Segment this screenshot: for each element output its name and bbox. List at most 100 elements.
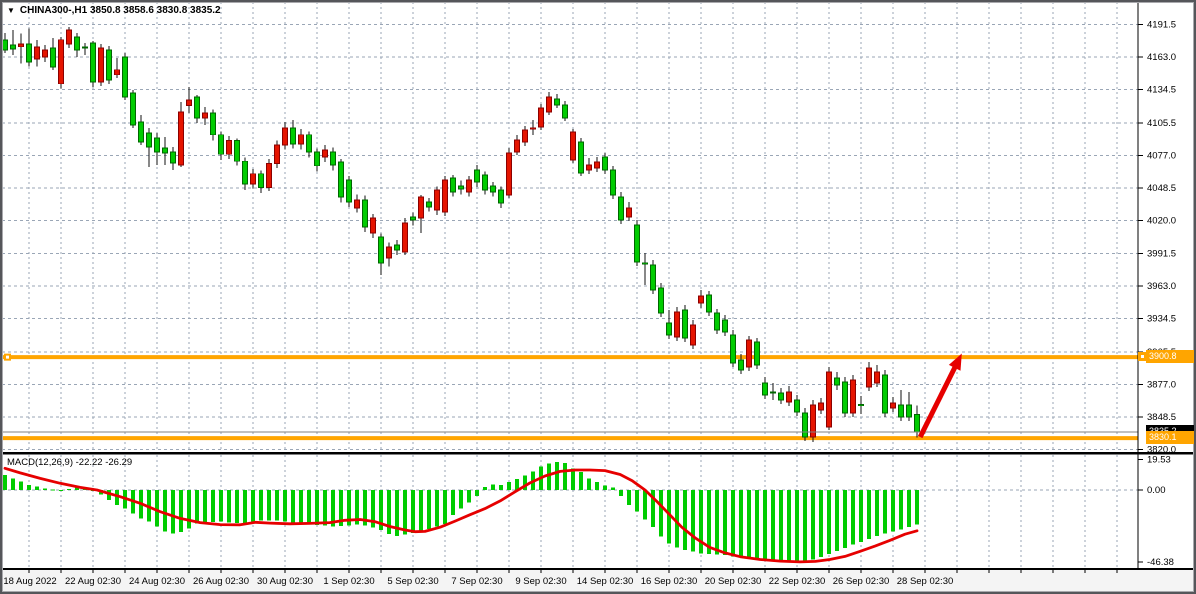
macd-histogram-bar [19,482,23,490]
date-axis-label: 1 Sep 02:30 [323,576,374,587]
candle-bearish [347,180,352,202]
price-axis-label: 3877.0 [1147,379,1176,390]
candle-bearish [155,138,160,152]
macd-histogram-bar [675,490,679,547]
resistance-line-anchor[interactable] [1138,352,1147,361]
candle-bearish [579,142,584,173]
candle-bearish [131,93,136,125]
candle-bearish [11,45,16,49]
candle-bearish [411,217,416,220]
macd-histogram-bar [835,490,839,551]
candle-bearish [683,310,688,338]
candle-bullish [531,128,536,129]
candle-bearish [723,320,728,332]
macd-histogram-bar [171,490,175,533]
date-axis-label: 7 Sep 02:30 [451,576,502,587]
price-axis-label: 3934.5 [1147,314,1176,325]
macd-histogram-bar [11,478,15,490]
candle-bearish [235,141,240,162]
candle-bullish [227,141,232,155]
macd-histogram-bar [499,485,503,490]
candle-bullish [827,372,832,427]
candle-bearish [291,128,296,144]
date-axis-label: 30 Aug 02:30 [257,576,313,587]
candle-bullish [67,30,72,44]
date-axis-label: 26 Sep 02:30 [833,576,890,587]
candle-bearish [907,405,912,417]
candle-bullish [595,162,600,168]
candle-bearish [147,133,152,147]
macd-histogram-bar [163,490,167,532]
macd-histogram-bar [187,490,191,528]
candle-bearish [835,378,840,385]
macd-indicator-label: MACD(12,26,9) -22.22 -26.29 [7,457,132,468]
candle-bearish [739,360,744,370]
candle-bearish [603,157,608,170]
chart-title: ▼ CHINA300-,H1 3850.8 3858.6 3830.8 3835.… [7,5,221,16]
macd-histogram-bar [459,490,463,509]
macd-histogram-bar [739,490,743,557]
candle-bullish [203,113,208,118]
macd-histogram-bar [635,490,639,512]
candle-bearish [91,43,96,82]
candle-bullish [387,247,392,258]
candle-bullish [523,130,528,142]
price-axis-label: 4077.0 [1147,150,1176,161]
candle-bearish [883,375,888,413]
candle-bullish [787,392,792,402]
candle-bearish [771,392,776,393]
price-axis-label: 4020.0 [1147,216,1176,227]
macd-histogram-bar [731,490,735,556]
macd-histogram-bar [27,485,31,490]
candle-bullish [547,97,552,112]
candle-bullish [443,180,448,212]
date-axis-label: 22 Aug 02:30 [65,576,121,587]
chart-title-text: CHINA300-,H1 3850.8 3858.6 3830.8 3835.2 [20,5,221,16]
candle-bearish [83,47,88,48]
candle-bearish [635,225,640,262]
candle-bullish [627,208,632,217]
macd-histogram-bar [35,487,39,490]
macd-histogram-bar [619,490,623,496]
price-axis-label: 3991.5 [1147,248,1176,259]
macd-histogram-bar [267,490,271,520]
macd-histogram-bar [819,490,823,557]
macd-histogram-bar [755,490,759,559]
price-axis-label: 4105.5 [1147,118,1176,129]
candle-bearish [499,190,504,203]
macd-histogram-bar [299,490,303,523]
candle-bullish [515,140,520,152]
date-axis-label: 28 Sep 02:30 [897,576,954,587]
candle-bearish [331,152,336,165]
macd-histogram-bar [691,490,695,551]
price-axis-label: 3963.0 [1147,281,1176,292]
candle-bearish [483,175,488,190]
macd-histogram-bar [859,490,863,542]
macd-histogram-bar [899,490,903,529]
macd-histogram-bar [315,490,319,525]
candle-bullish [507,153,512,195]
candle-bearish [915,414,920,432]
macd-histogram-bar [211,490,215,522]
macd-histogram-bar [907,490,911,527]
candle-bearish [259,174,264,188]
candle-bullish [187,100,192,105]
candle-bullish [43,50,48,57]
date-axis-separator [0,568,1196,570]
macd-histogram-bar [867,490,871,539]
macd-histogram-bar [547,464,551,490]
macd-histogram-bar [67,489,71,490]
candle-bullish [867,368,872,387]
candle-bearish [339,162,344,197]
candle-bullish [435,190,440,210]
symbol-dropdown-icon[interactable]: ▼ [7,6,15,15]
candle-bullish [747,340,752,367]
pane-separator [0,452,1196,455]
candle-bearish [859,405,864,406]
price-axis-label: 3848.5 [1147,412,1176,423]
candle-bullish [403,223,408,252]
macd-histogram-bar [443,490,447,524]
price-axis-label: 4134.5 [1147,85,1176,96]
candle-bearish [475,170,480,182]
candle-bearish [619,197,624,220]
